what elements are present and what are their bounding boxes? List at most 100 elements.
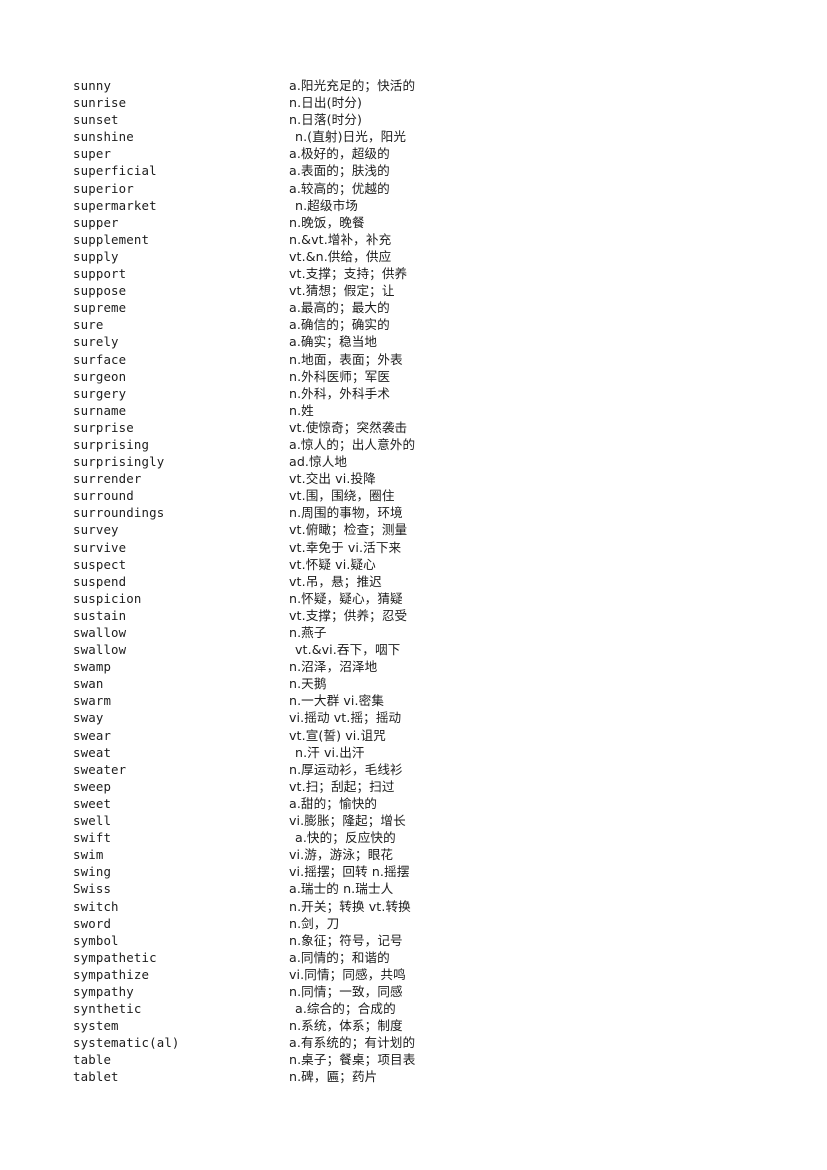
entry-definition: n.日出(时分) <box>289 95 362 111</box>
entry-definition: n.碑，匾；药片 <box>289 1069 378 1085</box>
entry-definition: vt.宣(誓) vi.诅咒 <box>289 727 386 743</box>
entry-word: swing <box>73 864 112 880</box>
entry-definition: vt.&vi.吞下，咽下 <box>295 642 401 658</box>
entry-definition: n.怀疑，疑心，猜疑 <box>289 590 403 606</box>
vocabulary-entry: suspect vt.怀疑 vi.疑心 <box>73 556 773 573</box>
entry-definition: n.外科，外科手术 <box>289 385 391 401</box>
entry-definition: a.较高的；优越的 <box>289 180 390 196</box>
vocabulary-entry: sword n.剑，刀 <box>73 915 773 932</box>
entry-word: swallow <box>73 642 127 658</box>
vocabulary-entry: superior a.较高的；优越的 <box>73 180 773 197</box>
entry-word: swear <box>73 727 112 743</box>
vocabulary-entry: sunset n.日落(时分) <box>73 111 773 128</box>
entry-word: surname <box>73 402 127 418</box>
entry-definition: a.表面的；肤浅的 <box>289 163 390 179</box>
vocabulary-entry: swallow vt.&vi.吞下，咽下 <box>73 641 773 658</box>
vocabulary-entry: surgery n.外科，外科手术 <box>73 385 773 402</box>
entry-definition: a.瑞士的 n.瑞士人 <box>289 881 394 897</box>
entry-definition: n.剑，刀 <box>289 915 340 931</box>
entry-word: suspend <box>73 573 127 589</box>
entry-definition: vi.游，游泳；眼花 <box>289 847 394 863</box>
vocabulary-entry: supermarket n.超级市场 <box>73 197 773 214</box>
entry-word: surprising <box>73 436 150 452</box>
entry-word: supreme <box>73 300 127 316</box>
entry-word: supermarket <box>73 197 157 213</box>
entry-definition: vt.使惊奇；突然袭击 <box>289 419 408 435</box>
entry-definition: vt.支撑；支持；供养 <box>289 266 408 282</box>
entry-word: sweat <box>73 744 112 760</box>
vocabulary-entry: sunrise n.日出(时分) <box>73 94 773 111</box>
vocabulary-entry: table n.桌子；餐桌；项目表 <box>73 1051 773 1068</box>
entry-definition: a.阳光充足的；快活的 <box>289 78 416 93</box>
entry-definition: n.天鹅 <box>289 676 327 692</box>
vocabulary-entry: suspicion n.怀疑，疑心，猜疑 <box>73 590 773 607</box>
entry-word: sweet <box>73 795 112 811</box>
vocabulary-entry: swim vi.游，游泳；眼花 <box>73 846 773 863</box>
entry-word: swift <box>73 830 112 846</box>
vocabulary-entry: surname n.姓 <box>73 402 773 419</box>
entry-word: surprise <box>73 419 134 435</box>
vocabulary-entry: switch n.开关；转换 vt.转换 <box>73 898 773 915</box>
entry-definition: n.&vt.增补，补充 <box>289 231 392 247</box>
entry-definition: vt.交出 vi.投降 <box>289 471 376 487</box>
vocabulary-entry: surroundings n.周围的事物，环境 <box>73 504 773 521</box>
vocabulary-entry: Swiss a.瑞士的 n.瑞士人 <box>73 880 773 897</box>
entry-word: sway <box>73 710 104 726</box>
entry-definition: vt.支撑；供养；忍受 <box>289 607 408 623</box>
vocabulary-entry: tablet n.碑，匾；药片 <box>73 1068 773 1085</box>
vocabulary-entry: survey vt.俯瞰；检查；测量 <box>73 521 773 538</box>
entry-definition: vi.摇动 vt.摇；摇动 <box>289 710 402 726</box>
entry-word: swallow <box>73 625 127 640</box>
vocabulary-entry: sweater n.厚运动衫，毛线衫 <box>73 761 773 778</box>
entry-word: sweater <box>73 761 127 777</box>
entry-definition: a.有系统的；有计划的 <box>289 1035 416 1051</box>
entry-word: tablet <box>73 1069 119 1085</box>
entry-word: suppose <box>73 283 127 299</box>
entry-definition: a.极好的，超级的 <box>289 146 390 162</box>
entry-word: sympathetic <box>73 949 157 965</box>
entry-definition: n.系统，体系；制度 <box>289 1018 403 1034</box>
entry-definition: vi.摇摆；回转 n.摇摆 <box>289 864 410 880</box>
vocabulary-entry: support vt.支撑；支持；供养 <box>73 265 773 282</box>
entry-word: swim <box>73 847 104 863</box>
entry-word: sunshine <box>73 129 134 145</box>
entry-word: surgeon <box>73 368 127 384</box>
vocabulary-page: sunny a.阳光充足的；快活的 sunrise n.日出(时分) sunset n.日… <box>0 0 827 1170</box>
vocabulary-list: sunny a.阳光充足的；快活的 sunrise n.日出(时分) sunset n.日… <box>73 77 773 1086</box>
entry-word: superficial <box>73 163 157 179</box>
vocabulary-entry: surround vt.围，围绕，圈住 <box>73 487 773 504</box>
entry-word: Swiss <box>73 881 112 897</box>
entry-definition: a.惊人的；出人意外的 <box>289 436 416 452</box>
entry-definition: n.姓 <box>289 402 314 418</box>
entry-word: surgery <box>73 385 127 401</box>
entry-word: swamp <box>73 659 112 675</box>
entry-word: sure <box>73 317 104 333</box>
vocabulary-entry: swan n.天鹅 <box>73 675 773 692</box>
entry-word: super <box>73 146 112 162</box>
vocabulary-entry: systematic(al) a.有系统的；有计划的 <box>73 1034 773 1051</box>
entry-word: surely <box>73 334 119 350</box>
entry-definition: a.确信的；确实的 <box>289 317 390 333</box>
entry-word: supply <box>73 248 119 264</box>
entry-word: sword <box>73 915 112 931</box>
entry-definition: a.甜的；愉快的 <box>289 795 378 811</box>
entry-word: sunrise <box>73 95 127 111</box>
vocabulary-entry: symbol n.象征；符号，记号 <box>73 932 773 949</box>
vocabulary-entry: supplement n.&vt.增补，补充 <box>73 231 773 248</box>
entry-word: surprisingly <box>73 454 165 470</box>
vocabulary-entry: sympathize vi.同情；同感，共鸣 <box>73 966 773 983</box>
entry-word: survive <box>73 539 127 555</box>
vocabulary-entry: swear vt.宣(誓) vi.诅咒 <box>73 727 773 744</box>
entry-definition: n.一大群 vi.密集 <box>289 693 385 709</box>
entry-definition: a.同情的；和谐的 <box>289 949 390 965</box>
entry-definition: n.汗 vi.出汗 <box>295 744 365 760</box>
entry-word: symbol <box>73 932 119 948</box>
entry-word: superior <box>73 180 134 196</box>
entry-word: systematic(al) <box>73 1035 180 1051</box>
vocabulary-entry: surely a.确实；稳当地 <box>73 333 773 350</box>
vocabulary-entry: swing vi.摇摆；回转 n.摇摆 <box>73 863 773 880</box>
vocabulary-entry: sympathy n.同情；一致，同感 <box>73 983 773 1000</box>
entry-word: table <box>73 1052 112 1068</box>
entry-definition: vt.怀疑 vi.疑心 <box>289 556 376 572</box>
vocabulary-entry: sympathetic a.同情的；和谐的 <box>73 949 773 966</box>
